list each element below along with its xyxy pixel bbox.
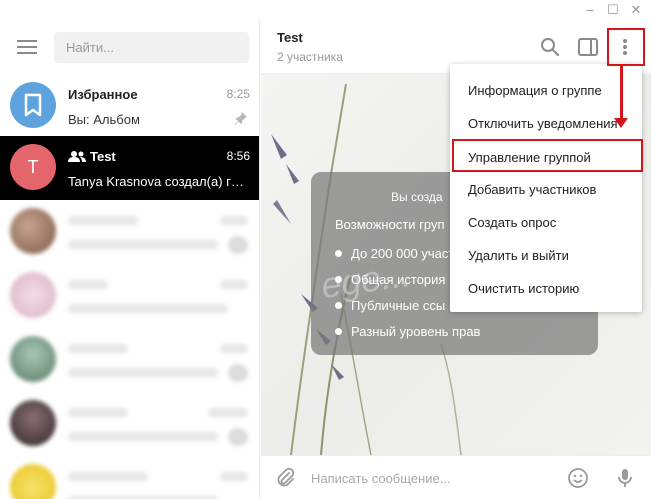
chat-item-blurred[interactable]: [0, 200, 259, 264]
close-button[interactable]: ✕: [628, 2, 644, 18]
group-options-menu: Информация о группе Отключить уведомлени…: [450, 64, 642, 312]
attach-icon[interactable]: [273, 466, 297, 490]
microphone-icon[interactable]: [613, 466, 637, 490]
menu-item-delete-and-leave[interactable]: Удалить и выйти: [450, 239, 642, 272]
chat-preview: Вы: Альбом: [68, 112, 140, 127]
avatar: [10, 400, 56, 446]
menu-item-create-poll[interactable]: Создать опрос: [450, 206, 642, 239]
annotation-arrow: [620, 66, 623, 121]
chat-item-blurred[interactable]: [0, 264, 259, 328]
avatar: [10, 464, 56, 499]
chat-item-saved[interactable]: Избранное 8:25 Вы: Альбом: [0, 74, 259, 138]
menu-item-clear-history[interactable]: Очистить историю: [450, 272, 642, 305]
pin-icon: [234, 112, 247, 125]
maximize-button[interactable]: ☐: [605, 2, 621, 18]
member-count: 2 участника: [277, 50, 343, 64]
emoji-icon[interactable]: [566, 466, 590, 490]
avatar: [10, 208, 56, 254]
highlight-manage-group: [452, 139, 643, 172]
avatar: [10, 272, 56, 318]
menu-item-group-info[interactable]: Информация о группе: [450, 74, 642, 107]
chat-time: 8:25: [226, 87, 250, 101]
group-icon: [68, 151, 86, 162]
window-titlebar: – ☐ ✕: [0, 0, 651, 20]
card-title: Вы созда: [391, 190, 443, 204]
avatar: [10, 82, 56, 128]
chat-title[interactable]: Test: [277, 30, 303, 45]
search-icon[interactable]: [538, 35, 562, 59]
message-composer: [261, 455, 651, 499]
chat-item-blurred[interactable]: [0, 328, 259, 392]
annotation-arrow-head: [614, 118, 628, 128]
bookmark-icon: [24, 93, 42, 117]
feature-item: Разный уровень прав: [335, 322, 480, 348]
chat-name: Избранное: [68, 87, 138, 102]
avatar: [10, 336, 56, 382]
minimize-button[interactable]: –: [582, 2, 598, 17]
highlight-more-button: [607, 28, 645, 66]
chat-time: 8:56: [226, 149, 250, 163]
hamburger-menu-icon[interactable]: [17, 40, 37, 54]
search-input[interactable]: [54, 32, 249, 63]
chat-item-blurred[interactable]: [0, 456, 259, 499]
chat-item-test[interactable]: T Test 8:56 Tanya Krasnova создал(а) гр.…: [0, 136, 259, 200]
card-subtitle: Возможности груп: [335, 217, 445, 232]
menu-item-add-members[interactable]: Добавить участников: [450, 173, 642, 206]
sidebar-toggle-icon[interactable]: [576, 35, 600, 59]
message-input[interactable]: [311, 466, 551, 490]
avatar: T: [10, 144, 56, 190]
chat-name: Test: [90, 149, 116, 164]
sidebar: Избранное 8:25 Вы: Альбом T Test 8:56 Ta…: [0, 20, 260, 499]
chat-item-blurred[interactable]: [0, 392, 259, 456]
chat-preview: Tanya Krasnova создал(а) гр...: [68, 174, 248, 189]
